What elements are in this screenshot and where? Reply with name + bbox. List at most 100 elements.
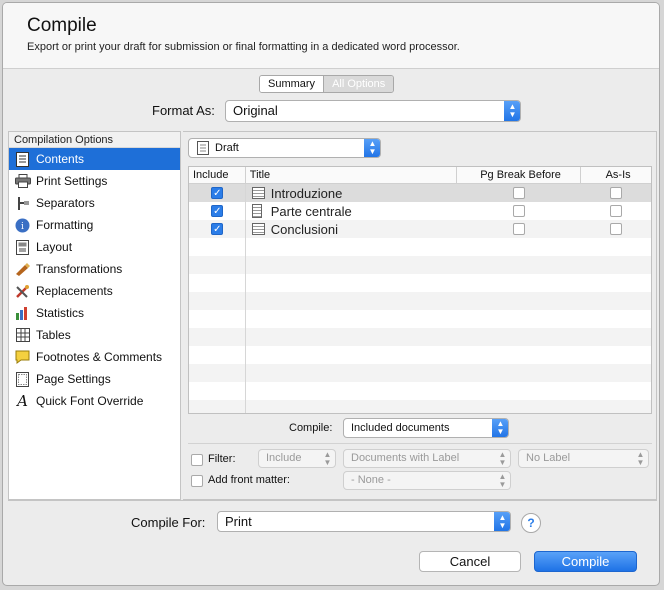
- sidebar-item-replacements[interactable]: Replacements: [9, 280, 180, 302]
- format-as-label: Format As:: [152, 103, 215, 118]
- layout-icon: [14, 239, 31, 255]
- folder-value: Draft: [215, 142, 239, 154]
- divider: [188, 443, 652, 444]
- tab-all-options[interactable]: All Options: [324, 76, 394, 92]
- column-divider: [245, 184, 246, 413]
- svg-text:i: i: [21, 222, 24, 232]
- folder-popup[interactable]: Draft ▲ ▼: [188, 138, 381, 158]
- empty-row: [189, 346, 651, 364]
- compile-button[interactable]: Compile: [534, 551, 637, 572]
- chevron-updown-icon: ▲ ▼: [323, 449, 332, 467]
- empty-row: [189, 256, 651, 274]
- cancel-button[interactable]: Cancel: [419, 551, 521, 572]
- sidebar-item-layout[interactable]: Layout: [9, 236, 180, 258]
- compile-scope-value: Included documents: [351, 422, 450, 434]
- front-matter-value: - None -: [351, 474, 391, 486]
- column-pg-break[interactable]: Pg Break Before: [457, 167, 582, 183]
- chevron-updown-icon: ▲ ▼: [494, 512, 510, 531]
- empty-row: [189, 382, 651, 400]
- as-is-checkbox[interactable]: [610, 205, 623, 217]
- document-icon: [251, 204, 262, 218]
- filter-label-popup[interactable]: No Label ▲ ▼: [518, 449, 649, 468]
- compilation-options-sidebar: Compilation Options Contents Print Setti…: [8, 131, 181, 500]
- include-checkbox[interactable]: ✓: [211, 187, 224, 199]
- filter-mode-value: Include: [266, 452, 302, 464]
- filter-label: Filter:: [208, 453, 236, 465]
- front-matter-label: Add front matter:: [208, 474, 290, 486]
- table-row[interactable]: ✓ Introduzione: [189, 184, 651, 202]
- printer-icon: [14, 173, 31, 189]
- compile-for-popup[interactable]: Print ▲ ▼: [217, 511, 511, 532]
- page-subtitle: Export or print your draft for submissio…: [27, 41, 460, 53]
- compile-for-label: Compile For:: [131, 515, 206, 530]
- sidebar-item-footnotes-comments[interactable]: Footnotes & Comments: [9, 346, 180, 368]
- include-checkbox[interactable]: ✓: [211, 223, 224, 235]
- front-matter-popup[interactable]: - None - ▲ ▼: [343, 471, 511, 490]
- contents-icon: [14, 151, 31, 167]
- replacements-icon: [14, 283, 31, 299]
- include-checkbox[interactable]: ✓: [211, 205, 224, 217]
- compile-for-value: Print: [225, 514, 252, 529]
- empty-row: [189, 364, 651, 382]
- empty-row: [189, 238, 651, 256]
- sidebar-item-transformations[interactable]: Transformations: [9, 258, 180, 280]
- filter-by-value: Documents with Label: [351, 452, 460, 464]
- compile-scope-label: Compile:: [289, 422, 333, 434]
- document-icon: [251, 187, 265, 199]
- format-as-popup[interactable]: Original ▲ ▼: [225, 100, 521, 122]
- sidebar-item-tables[interactable]: Tables: [9, 324, 180, 346]
- sidebar-heading: Compilation Options: [9, 132, 180, 148]
- chevron-updown-icon: ▲ ▼: [504, 101, 520, 121]
- sidebar-item-contents[interactable]: Contents: [9, 148, 180, 170]
- filter-label-value: No Label: [526, 452, 571, 464]
- compile-window: Compile Export or print your draft for s…: [2, 2, 660, 586]
- statistics-icon: [14, 305, 31, 321]
- pg-break-checkbox[interactable]: [513, 205, 526, 217]
- mode-segmented-control: Summary All Options: [259, 75, 395, 93]
- column-include[interactable]: Include: [189, 167, 246, 183]
- divider: [8, 500, 657, 501]
- tab-summary[interactable]: Summary: [260, 76, 325, 92]
- chevron-updown-icon: ▲ ▼: [636, 449, 645, 467]
- chevron-updown-icon: ▲ ▼: [498, 449, 507, 467]
- formatting-icon: i: [14, 217, 31, 233]
- pg-break-checkbox[interactable]: [513, 187, 526, 199]
- column-as-is[interactable]: As-Is: [581, 167, 651, 183]
- table-header: Include Title Pg Break Before As-Is: [189, 167, 651, 184]
- folder-icon: [195, 141, 211, 157]
- chevron-updown-icon: ▲ ▼: [364, 139, 380, 157]
- transformations-icon: [14, 261, 31, 277]
- format-as-value: Original: [233, 103, 278, 118]
- chevron-updown-icon: ▲ ▼: [498, 471, 507, 489]
- document-icon: [251, 223, 265, 235]
- pg-break-checkbox[interactable]: [513, 223, 526, 235]
- sidebar-item-separators[interactable]: Separators: [9, 192, 180, 214]
- table-row[interactable]: ✓ Conclusioni: [189, 220, 651, 238]
- separators-icon: [14, 195, 31, 211]
- filter-by-popup[interactable]: Documents with Label ▲ ▼: [343, 449, 511, 468]
- table-row[interactable]: ✓ Parte centrale: [189, 202, 651, 220]
- as-is-checkbox[interactable]: [610, 223, 623, 235]
- header: Compile Export or print your draft for s…: [3, 3, 659, 69]
- page-title: Compile: [27, 15, 97, 36]
- empty-row: [189, 310, 651, 328]
- contents-table: Include Title Pg Break Before As-Is ✓ In…: [188, 166, 652, 414]
- filter-checkbox[interactable]: [191, 454, 203, 466]
- sidebar-item-page-settings[interactable]: Page Settings: [9, 368, 180, 390]
- filter-mode-popup[interactable]: Include ▲ ▼: [258, 449, 336, 468]
- chevron-updown-icon: ▲ ▼: [492, 419, 508, 437]
- sidebar-item-formatting[interactable]: i Formatting: [9, 214, 180, 236]
- sidebar-item-statistics[interactable]: Statistics: [9, 302, 180, 324]
- tables-icon: [14, 327, 31, 343]
- empty-row: [189, 328, 651, 346]
- footnotes-icon: [14, 349, 31, 365]
- sidebar-item-print-settings[interactable]: Print Settings: [9, 170, 180, 192]
- help-button[interactable]: ?: [521, 513, 541, 533]
- sidebar-item-quick-font-override[interactable]: A Quick Font Override: [9, 390, 180, 412]
- compile-scope-popup[interactable]: Included documents ▲ ▼: [343, 418, 509, 438]
- page-settings-icon: [14, 371, 31, 387]
- front-matter-checkbox[interactable]: [191, 475, 203, 487]
- column-title[interactable]: Title: [246, 167, 457, 183]
- empty-row: [189, 274, 651, 292]
- as-is-checkbox[interactable]: [610, 187, 623, 199]
